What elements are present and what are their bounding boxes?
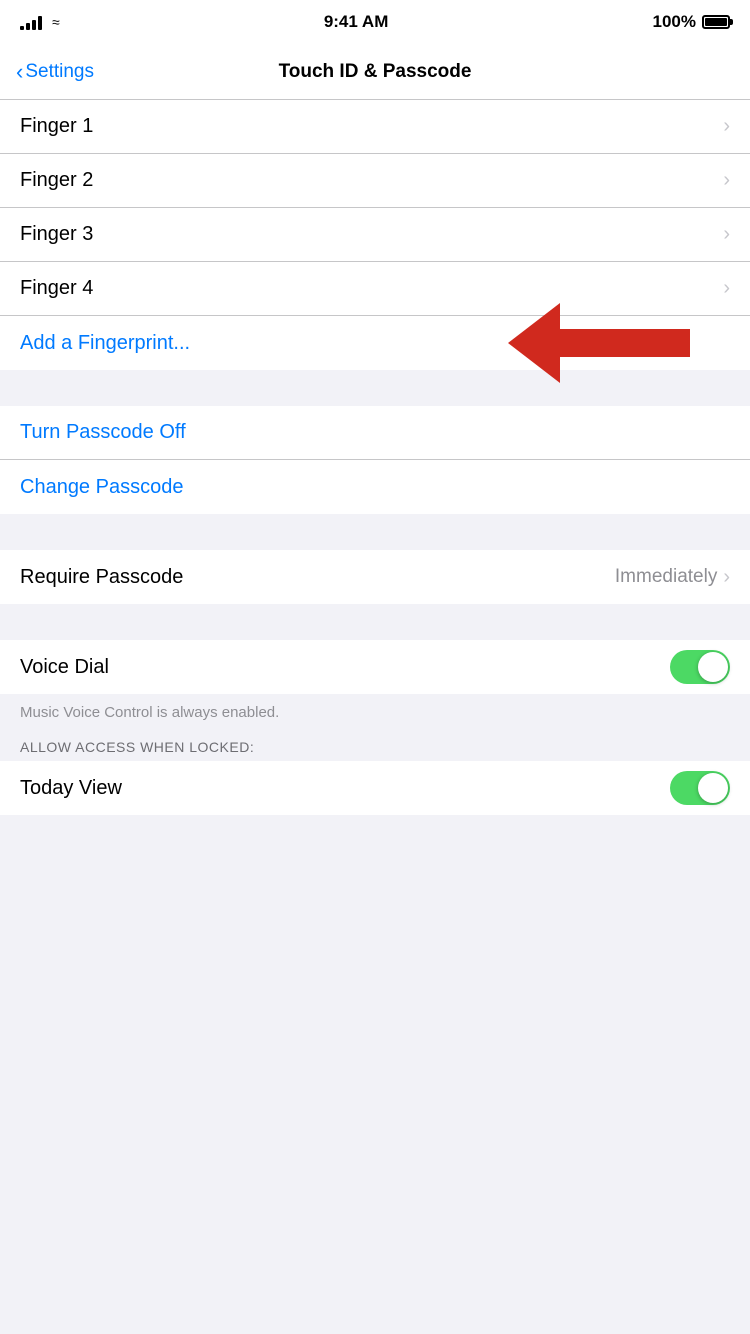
status-bar-left: ≈ <box>20 14 60 30</box>
finger-4-label: Finger 4 <box>20 277 93 300</box>
today-view-section: Today View <box>0 761 750 815</box>
today-view-row[interactable]: Today View <box>0 761 750 815</box>
arrow-head-icon <box>508 303 560 383</box>
require-passcode-value-group: Immediately › <box>615 566 730 589</box>
finger-3-row[interactable]: Finger 3 › <box>0 208 750 262</box>
status-bar-time: 9:41 AM <box>324 12 389 32</box>
signal-bars-icon <box>20 14 42 30</box>
require-passcode-chevron-icon: › <box>723 566 730 589</box>
finger-1-row[interactable]: Finger 1 › <box>0 100 750 154</box>
finger-3-label: Finger 3 <box>20 223 93 246</box>
voice-dial-label: Voice Dial <box>20 656 109 679</box>
require-passcode-label: Require Passcode <box>20 566 183 589</box>
voice-dial-toggle-knob <box>698 652 728 682</box>
voice-dial-row[interactable]: Voice Dial <box>0 640 750 694</box>
fingerprints-section: Finger 1 › Finger 2 › Finger 3 › Finger … <box>0 100 750 370</box>
back-button[interactable]: ‹ Settings <box>16 61 94 83</box>
finger-2-chevron-icon: › <box>723 169 730 192</box>
section-gap-3 <box>0 604 750 640</box>
finger-2-label: Finger 2 <box>20 169 93 192</box>
finger-2-row[interactable]: Finger 2 › <box>0 154 750 208</box>
finger-4-chevron-icon: › <box>723 277 730 300</box>
status-bar-right: 100% <box>653 12 730 32</box>
today-view-toggle-knob <box>698 773 728 803</box>
add-fingerprint-row[interactable]: Add a Fingerprint... <box>0 316 750 370</box>
finger-1-label: Finger 1 <box>20 115 93 138</box>
finger-3-chevron-icon: › <box>723 223 730 246</box>
today-view-label: Today View <box>20 777 122 800</box>
finger-1-chevron-icon: › <box>723 115 730 138</box>
status-bar: ≈ 9:41 AM 100% <box>0 0 750 44</box>
today-view-toggle[interactable] <box>670 771 730 805</box>
arrow-shaft-icon <box>560 329 690 357</box>
passcode-section: Turn Passcode Off Change Passcode <box>0 406 750 514</box>
add-fingerprint-label: Add a Fingerprint... <box>20 332 190 355</box>
voice-dial-toggle[interactable] <box>670 650 730 684</box>
nav-bar: ‹ Settings Touch ID & Passcode <box>0 44 750 100</box>
voice-control-note: Music Voice Control is always enabled. <box>0 694 750 731</box>
allow-access-header: ALLOW ACCESS WHEN LOCKED: <box>0 731 750 761</box>
turn-passcode-off-row[interactable]: Turn Passcode Off <box>0 406 750 460</box>
change-passcode-label: Change Passcode <box>20 476 183 499</box>
back-label: Settings <box>25 61 94 83</box>
back-chevron-icon: ‹ <box>16 61 23 83</box>
require-passcode-value: Immediately <box>615 566 717 588</box>
change-passcode-row[interactable]: Change Passcode <box>0 460 750 514</box>
battery-percentage: 100% <box>653 12 696 32</box>
require-passcode-row[interactable]: Require Passcode Immediately › <box>0 550 750 604</box>
battery-icon <box>702 15 730 29</box>
turn-passcode-off-label: Turn Passcode Off <box>20 421 186 444</box>
require-passcode-section: Require Passcode Immediately › <box>0 550 750 604</box>
voice-dial-section: Voice Dial <box>0 640 750 694</box>
wifi-icon: ≈ <box>52 14 60 30</box>
page-title: Touch ID & Passcode <box>279 61 472 83</box>
red-arrow-annotation <box>508 303 690 383</box>
section-gap-2 <box>0 514 750 550</box>
